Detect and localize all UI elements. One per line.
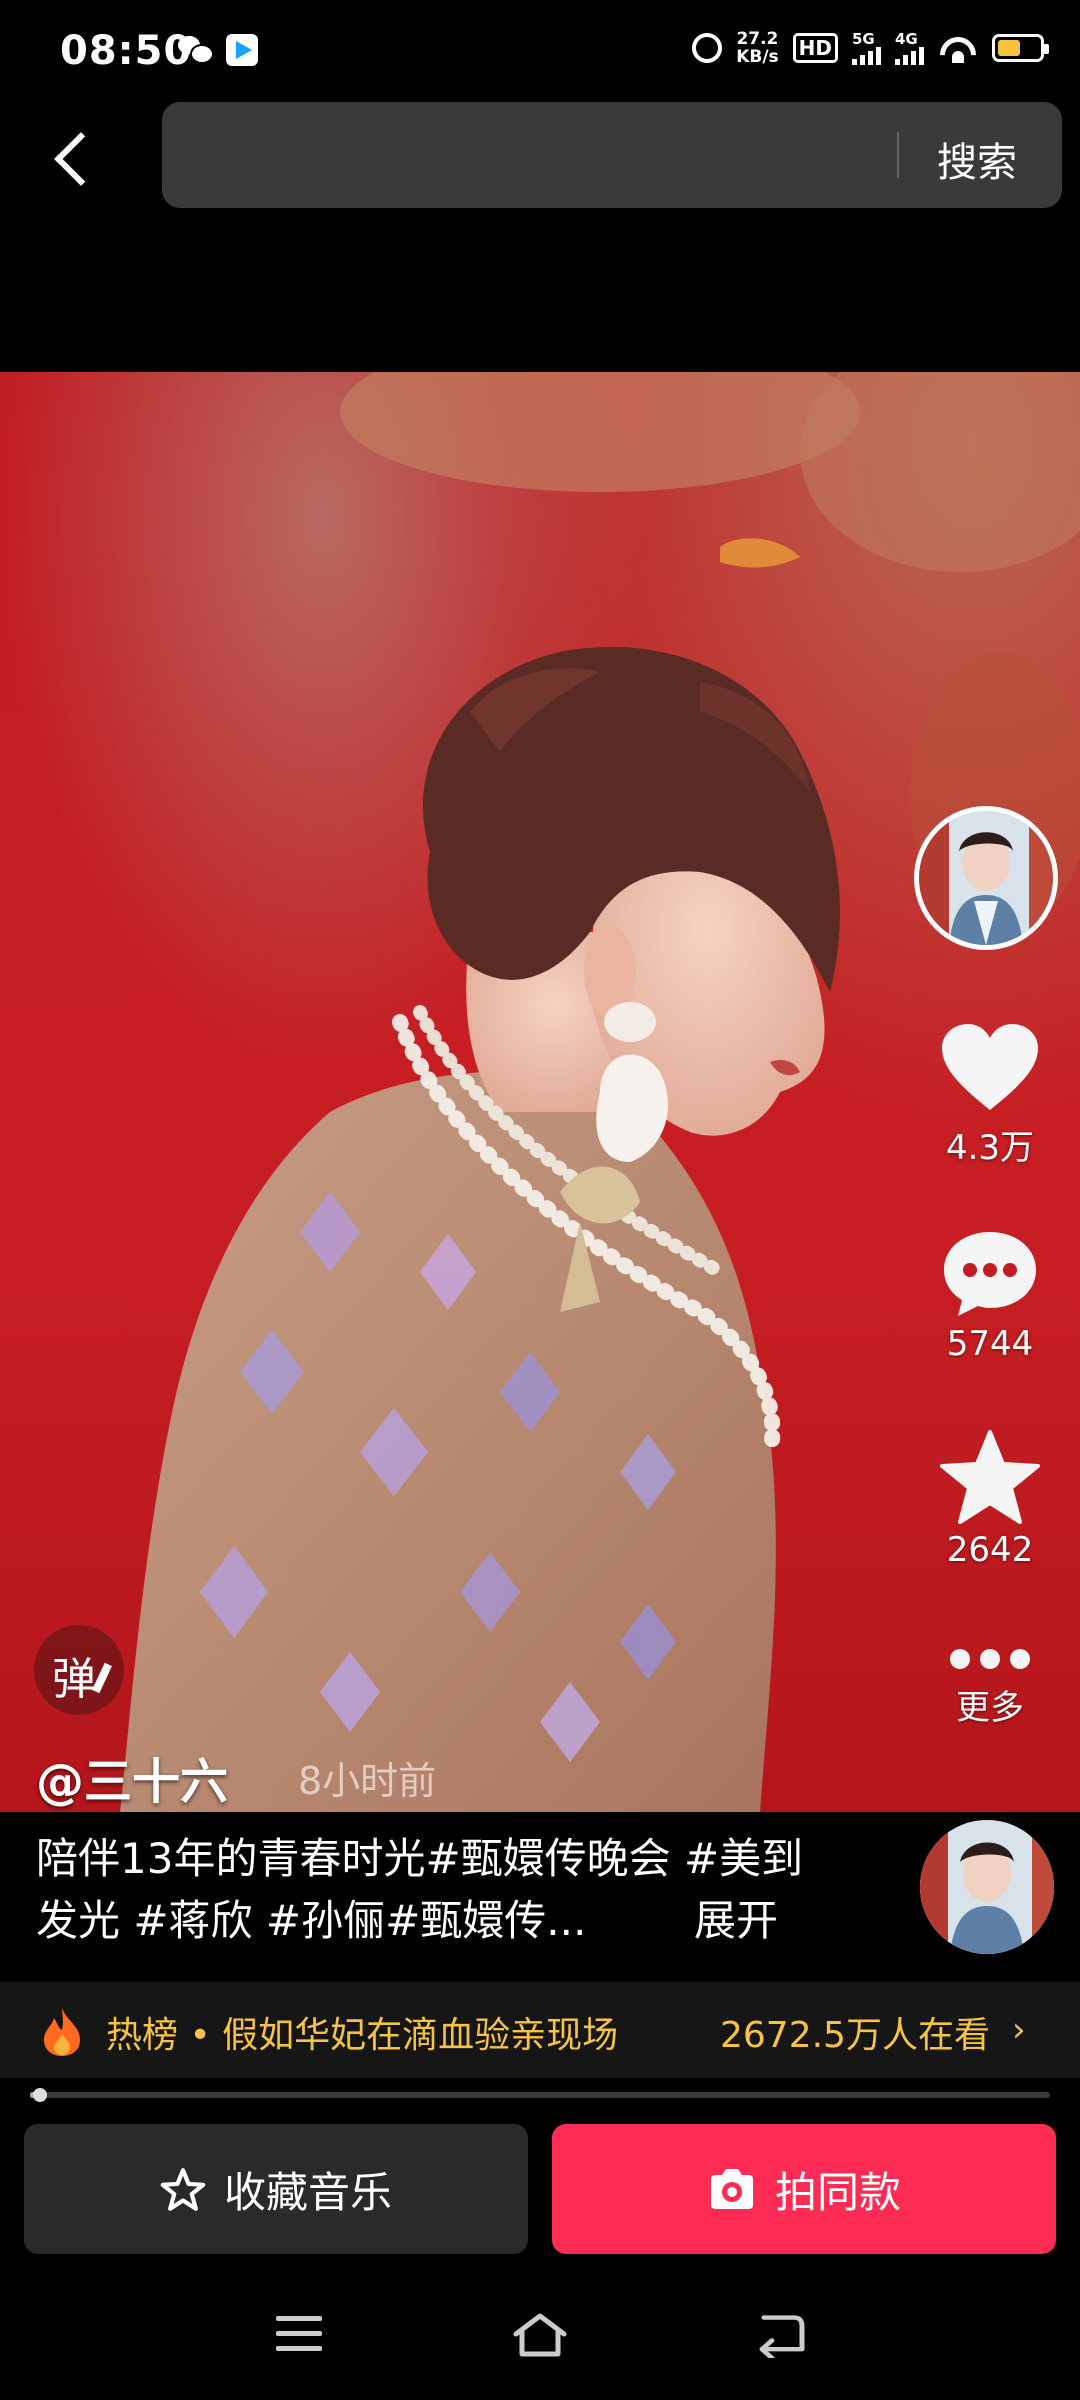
star-icon bbox=[940, 1430, 1040, 1524]
video-app-icon bbox=[226, 34, 258, 66]
like-count: 4.3万 bbox=[945, 1128, 1035, 1168]
video-player[interactable]: 4.3万 5744 2642 更多 bbox=[0, 372, 1080, 1812]
net-speed-unit: KB/s bbox=[736, 47, 779, 67]
sim2-label: 4G bbox=[895, 29, 918, 48]
author-name[interactable]: @三十六 bbox=[36, 1742, 228, 1812]
wechat-icon bbox=[178, 34, 214, 64]
more-icon bbox=[950, 1649, 1030, 1669]
net-speed: 27.2 KB/s bbox=[736, 30, 778, 66]
battery-fill bbox=[998, 40, 1020, 56]
caption-row: 陪伴13年的青春时光#甄嬛传晚会 #美到发光 #蒋欣 #孙俪#甄嬛传... 展开 bbox=[0, 1812, 1080, 1982]
favorite-action[interactable]: 2642 bbox=[930, 1430, 1050, 1570]
progress-handle[interactable] bbox=[33, 2088, 48, 2102]
notification-icons bbox=[178, 34, 258, 66]
recent-apps-button[interactable] bbox=[276, 2316, 322, 2361]
playback-progress[interactable] bbox=[30, 2088, 1050, 2102]
shoot-same-button[interactable]: 拍同款 bbox=[552, 2124, 1056, 2254]
camera-icon bbox=[710, 2169, 753, 2209]
caption-body: 陪伴13年的青春时光#甄嬛传晚会 #美到发光 #蒋欣 #孙俪#甄嬛传... bbox=[36, 1834, 804, 1945]
avatar-image bbox=[919, 811, 1053, 945]
comment-icon bbox=[944, 1232, 1036, 1316]
shoot-same-label: 拍同款 bbox=[774, 2167, 901, 2217]
status-time: 08:50 bbox=[60, 28, 193, 74]
video-frame-image bbox=[120, 372, 1080, 1812]
music-avatar-image bbox=[920, 1820, 1054, 1954]
status-bar: 08:50 27.2 KB/s HD 5G 4G bbox=[0, 0, 1080, 100]
home-button[interactable] bbox=[512, 2312, 568, 2358]
search-divider bbox=[897, 132, 899, 178]
hot-list-viewers: 2672.5万人在看 bbox=[720, 2015, 990, 2056]
comment-action[interactable]: 5744 bbox=[930, 1228, 1050, 1364]
system-navigation-bar bbox=[0, 2276, 1080, 2400]
back-button[interactable] bbox=[48, 118, 108, 198]
collect-music-label: 收藏音乐 bbox=[223, 2167, 392, 2217]
danmu-toggle-button[interactable]: 弹 bbox=[34, 1625, 124, 1715]
comment-count: 5744 bbox=[946, 1324, 1034, 1364]
hd-icon: HD bbox=[792, 33, 838, 63]
back-nav-button[interactable] bbox=[754, 2314, 806, 2358]
expand-button[interactable]: 展开 bbox=[694, 1890, 778, 1952]
danmu-label: 弹 bbox=[52, 1654, 96, 1705]
hot-list-topic: 热榜 • 假如华妃在滴血验亲现场 bbox=[106, 2015, 619, 2056]
heart-icon bbox=[942, 1024, 1038, 1110]
collect-music-button[interactable]: 收藏音乐 bbox=[24, 2124, 528, 2254]
author-avatar[interactable] bbox=[914, 806, 1058, 950]
favorite-count: 2642 bbox=[946, 1530, 1034, 1570]
wifi-icon bbox=[938, 33, 978, 63]
more-action[interactable]: 更多 bbox=[930, 1644, 1050, 1729]
sim1-label: 5G bbox=[852, 29, 875, 48]
signal-5g-icon: 5G bbox=[852, 29, 881, 65]
battery-icon bbox=[992, 34, 1049, 62]
signal-4g-icon: 4G bbox=[895, 29, 924, 65]
search-button[interactable]: 搜索 bbox=[937, 130, 1017, 188]
status-indicators: 27.2 KB/s HD 5G 4G bbox=[692, 29, 1049, 66]
music-disc-avatar[interactable] bbox=[920, 1820, 1054, 1954]
search-input[interactable]: 搜索 bbox=[162, 102, 1062, 208]
star-outline-icon bbox=[160, 2168, 206, 2211]
like-action[interactable]: 4.3万 bbox=[930, 1022, 1050, 1169]
hot-list-banner[interactable]: 热榜 • 假如华妃在滴血验亲现场 2672.5万人在看 › bbox=[0, 1982, 1080, 2078]
fire-icon bbox=[44, 2008, 80, 2056]
chevron-right-icon: › bbox=[1012, 2010, 1026, 2050]
net-speed-value: 27.2 bbox=[736, 29, 779, 49]
more-label: 更多 bbox=[956, 1688, 1024, 1728]
post-time: 8小时前 bbox=[298, 1759, 437, 1803]
alarm-icon bbox=[692, 33, 723, 63]
